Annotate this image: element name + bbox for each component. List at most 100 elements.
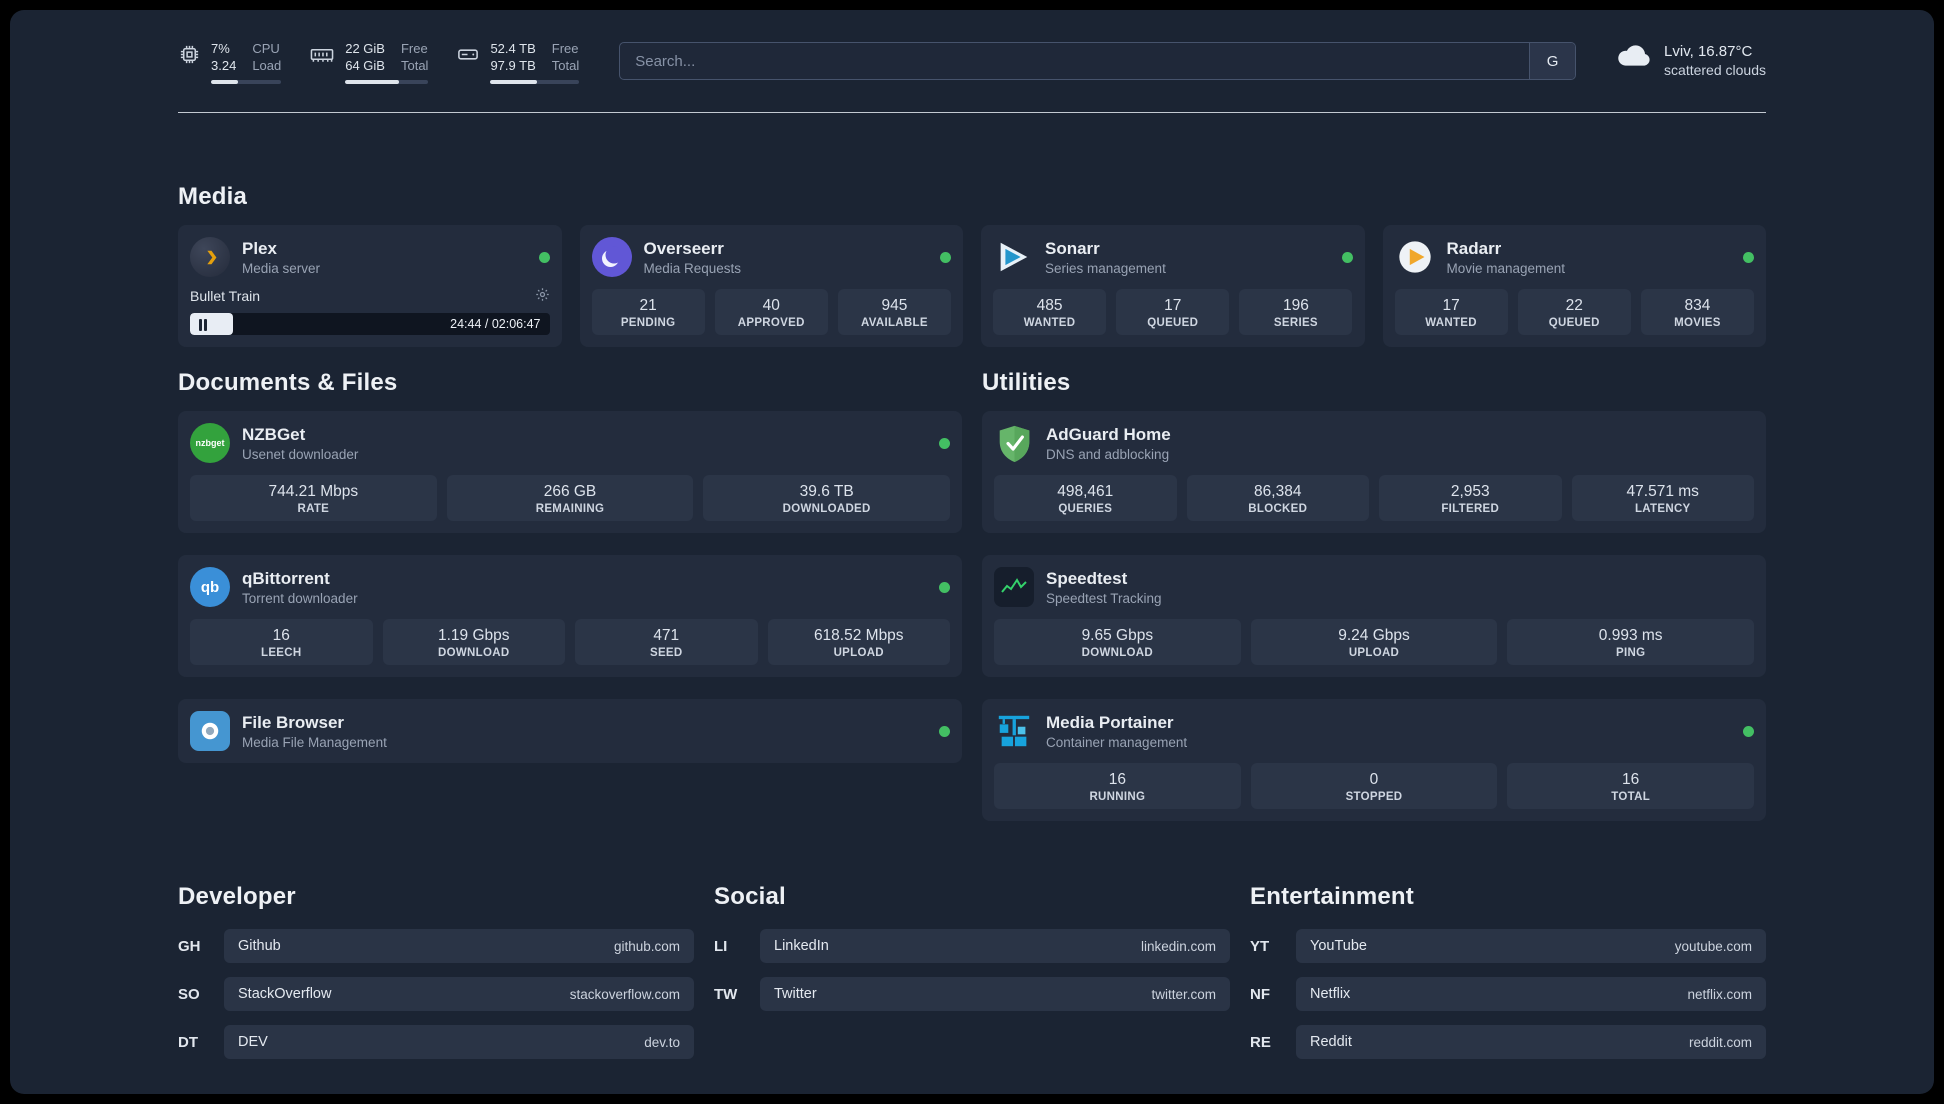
section-title-media: Media: [178, 183, 248, 210]
memory-free-value: 22 GiB: [345, 41, 385, 56]
stat-pending: 21 PENDING: [591, 289, 705, 335]
playback-time: 24:44 / 02:06:47: [450, 317, 541, 331]
service-subtitle: Usenet downloader: [242, 446, 359, 462]
stat-rate: 744.21 Mbps RATE: [190, 475, 437, 521]
bookmark-github[interactable]: GH Github github.com: [178, 929, 694, 963]
disk-progress-bar: [490, 80, 580, 84]
service-subtitle: Series management: [1045, 260, 1166, 276]
memory-icon: [309, 43, 335, 84]
cpu-usage-value: 7%: [211, 41, 230, 56]
stat-remaining: 266 GB REMAINING: [446, 475, 694, 521]
card-nzbget[interactable]: nzbget NZBGet Usenet downloader 744.21 M…: [178, 411, 962, 533]
service-subtitle: Media Requests: [643, 260, 742, 276]
stat-approved: 40 APPROVED: [714, 289, 828, 335]
radarr-icon: [1395, 237, 1435, 277]
stat-blocked: 86,384 BLOCKED: [1186, 475, 1369, 521]
search-bar: G: [619, 42, 1577, 80]
cpu-progress-bar: [211, 80, 282, 84]
bookmark-group-social: Social LI LinkedIn linkedin.com TW Twitt…: [714, 883, 1230, 1025]
status-dot: [939, 725, 950, 737]
stat-queued: 22 QUEUED: [1517, 289, 1631, 335]
bookmark-netflix[interactable]: NF Netflix netflix.com: [1250, 977, 1766, 1011]
bookmark-url: netflix.com: [1687, 986, 1752, 1002]
card-plex[interactable]: Plex Media server Bullet Train 24:44 / 0…: [178, 225, 562, 347]
bookmark-dev[interactable]: DT DEV dev.to: [178, 1025, 694, 1059]
bookmark-twitter[interactable]: TW Twitter twitter.com: [714, 977, 1230, 1011]
pause-icon[interactable]: [198, 318, 208, 335]
cpu-icon: [178, 43, 201, 84]
stat-upload: 618.52 Mbps UPLOAD: [767, 619, 950, 665]
bookmark-name: Netflix: [1310, 986, 1351, 1002]
service-name: AdGuard Home: [1046, 424, 1171, 444]
disk-total-value: 97.9 TB: [490, 58, 536, 73]
card-speedtest[interactable]: Speedtest Speedtest Tracking 9.65 Gbps D…: [982, 555, 1766, 677]
search-input[interactable]: [620, 43, 1530, 79]
section-utilities: Utilities AdGuard Home DNS and adblockin…: [982, 369, 1766, 821]
now-playing-title: Bullet Train: [190, 288, 261, 304]
bookmark-abbr: GH: [178, 937, 201, 955]
bookmark-group-developer: Developer GH Github github.com SO StackO…: [178, 883, 694, 1073]
service-name: qBittorrent: [242, 568, 330, 588]
section-media: Media Plex Media server Bullet Train 24:…: [178, 183, 1766, 347]
bookmark-name: Github: [238, 938, 281, 954]
stat-wanted: 485 WANTED: [993, 289, 1107, 335]
stat-queued: 17 QUEUED: [1116, 289, 1230, 335]
overseerr-icon: [591, 237, 632, 277]
service-name: Radarr: [1446, 238, 1502, 258]
filebrowser-icon: [190, 711, 230, 751]
gear-icon[interactable]: [535, 287, 550, 305]
memory-progress-fill: [345, 80, 400, 84]
weather-widget[interactable]: Lviv, 16.87°C scattered clouds: [1616, 42, 1766, 80]
service-name: Speedtest: [1046, 568, 1128, 588]
card-adguard[interactable]: AdGuard Home DNS and adblocking 498,461 …: [982, 411, 1766, 533]
status-dot: [1341, 251, 1353, 263]
card-radarr[interactable]: Radarr Movie management 17 WANTED 22 QUE…: [1382, 225, 1766, 347]
stat-queries: 498,461 QUERIES: [994, 475, 1177, 521]
bookmark-group-title: Social: [714, 883, 786, 910]
speedtest-icon: [994, 567, 1034, 607]
disk-total-label: Total: [551, 58, 580, 73]
card-overseerr[interactable]: Overseerr Media Requests 21 PENDING 40 A…: [579, 225, 963, 347]
card-portainer[interactable]: Media Portainer Container management 16 …: [982, 699, 1766, 821]
bookmark-abbr: DT: [178, 1033, 198, 1051]
sonarr-icon: [993, 237, 1033, 277]
stat-downloaded: 39.6 TB DOWNLOADED: [703, 475, 950, 521]
card-filebrowser[interactable]: File Browser Media File Management: [178, 699, 962, 763]
disk-free-label: Free: [551, 41, 579, 56]
stat-upload: 9.24 Gbps UPLOAD: [1250, 619, 1498, 665]
card-qbittorrent[interactable]: qb qBittorrent Torrent downloader 16 LEE…: [178, 555, 962, 677]
memory-total-label: Total: [400, 58, 429, 73]
stat-total: 16 TOTAL: [1507, 763, 1754, 809]
bookmark-abbr: NF: [1250, 985, 1270, 1003]
memory-total-value: 64 GiB: [345, 58, 385, 73]
status-dot: [939, 581, 950, 593]
disk-widget: 52.4 TB 97.9 TB Free Total: [456, 40, 580, 84]
bookmark-url: linkedin.com: [1140, 938, 1216, 954]
bookmark-name: LinkedIn: [774, 938, 829, 954]
bookmark-reddit[interactable]: RE Reddit reddit.com: [1250, 1025, 1766, 1059]
bookmark-stackoverflow[interactable]: SO StackOverflow stackoverflow.com: [178, 977, 694, 1011]
bookmark-name: Twitter: [774, 986, 817, 1002]
cpu-progress-fill: [211, 80, 238, 84]
playback-progress-bar[interactable]: 24:44 / 02:06:47: [190, 313, 550, 335]
cloud-icon: [1616, 42, 1652, 80]
memory-widget: 22 GiB 64 GiB Free Total: [309, 40, 429, 84]
nzbget-icon: nzbget: [190, 423, 230, 463]
stat-latency: 47.571 ms LATENCY: [1571, 475, 1754, 521]
memory-free-label: Free: [400, 41, 428, 56]
section-documents: Documents & Files nzbget NZBGet Usenet d…: [178, 369, 962, 763]
disk-free-value: 52.4 TB: [490, 41, 536, 56]
bookmark-url: youtube.com: [1674, 938, 1752, 954]
plex-icon: [190, 237, 230, 277]
bookmark-youtube[interactable]: YT YouTube youtube.com: [1250, 929, 1766, 963]
bookmark-group-title: Entertainment: [1250, 883, 1414, 910]
bookmark-linkedin[interactable]: LI LinkedIn linkedin.com: [714, 929, 1230, 963]
qbittorrent-icon: qb: [190, 567, 230, 607]
stat-available: 945 AVAILABLE: [837, 289, 951, 335]
card-sonarr[interactable]: Sonarr Series management 485 WANTED 17 Q…: [981, 225, 1365, 347]
status-dot: [1743, 725, 1754, 737]
disk-progress-fill: [490, 80, 538, 84]
service-subtitle: Container management: [1046, 734, 1188, 750]
search-engine-button[interactable]: G: [1529, 43, 1576, 79]
stat-filtered: 2,953 FILTERED: [1379, 475, 1562, 521]
